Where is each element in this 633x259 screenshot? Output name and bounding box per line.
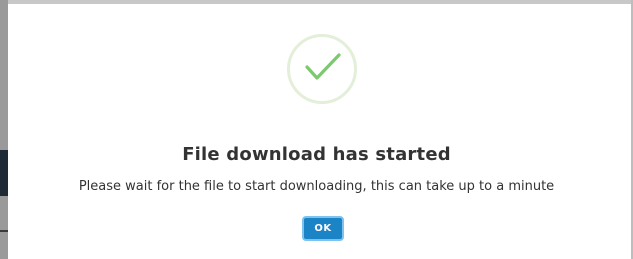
ok-button[interactable]: OK <box>302 216 344 241</box>
backdrop-element <box>0 230 8 232</box>
dialog-title: File download has started <box>182 144 451 165</box>
page: File download has started Please wait fo… <box>0 0 633 259</box>
download-started-dialog: File download has started Please wait fo… <box>8 4 631 259</box>
backdrop-left <box>0 0 8 259</box>
check-icon <box>305 53 341 80</box>
dialog-message: Please wait for the file to start downlo… <box>78 179 555 194</box>
success-icon-circle <box>287 34 357 104</box>
